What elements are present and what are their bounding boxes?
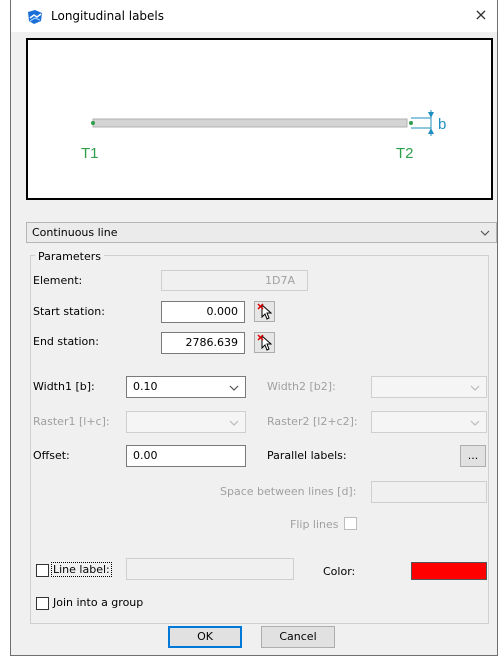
pick-cursor-icon xyxy=(257,334,273,351)
element-label: Element: xyxy=(33,274,83,287)
raster1-label: Raster1 [l+c]: xyxy=(33,415,110,428)
end-point xyxy=(409,121,413,125)
width-arrow-down xyxy=(428,112,434,118)
offset-label: Offset: xyxy=(33,449,70,462)
line-label-label[interactable]: Line label: xyxy=(51,562,112,577)
width1-value: 0.10 xyxy=(133,380,158,393)
longitudinal-labels-dialog: Longitudinal labels × b T1 T2 Continuous… xyxy=(10,0,498,656)
parameters-group-title: Parameters xyxy=(35,250,104,263)
preview-panel: b T1 T2 xyxy=(26,38,493,200)
end-station-input[interactable]: 2786.639 xyxy=(161,332,245,354)
end-label: T2 xyxy=(396,145,414,162)
close-icon[interactable]: × xyxy=(471,5,491,25)
line-type-dropdown[interactable]: Continuous line xyxy=(26,222,497,243)
join-group-label[interactable]: Join into a group xyxy=(53,596,143,609)
width-label: b xyxy=(438,116,446,133)
app-icon xyxy=(28,10,42,24)
raster2-dropdown xyxy=(371,411,487,433)
width-arrow-up xyxy=(428,128,434,134)
width1-dropdown[interactable]: 0.10 xyxy=(126,376,246,398)
chevron-down-icon xyxy=(480,230,490,236)
start-point xyxy=(91,121,95,125)
flip-lines-label: Flip lines xyxy=(290,518,339,531)
preview-drawing: b T1 T2 xyxy=(81,110,446,162)
start-station-input[interactable]: 0.000 xyxy=(161,301,245,323)
line-label-input xyxy=(126,558,294,580)
space-between-lines-input xyxy=(371,481,487,503)
offset-value: 0.00 xyxy=(133,449,158,462)
end-station-label: End station: xyxy=(33,335,99,348)
line-label-checkbox[interactable] xyxy=(36,564,49,577)
chevron-down-icon xyxy=(470,385,480,391)
window-title: Longitudinal labels xyxy=(51,9,165,23)
width2-label: Width2 [b2]: xyxy=(267,380,336,393)
chevron-down-icon xyxy=(229,420,239,426)
title-bar: Longitudinal labels × xyxy=(11,0,497,32)
chevron-down-icon xyxy=(229,385,239,391)
element-value: 1D7A xyxy=(265,274,295,287)
end-station-value: 2786.639 xyxy=(185,336,239,349)
raster1-dropdown xyxy=(126,411,246,433)
width2-dropdown xyxy=(371,376,487,398)
pick-end-station-button[interactable] xyxy=(254,332,275,353)
space-between-lines-label: Space between lines [d]: xyxy=(220,485,357,498)
start-station-label: Start station: xyxy=(33,305,105,318)
flip-lines-checkbox xyxy=(344,517,357,530)
color-label: Color: xyxy=(323,565,356,578)
pick-start-station-button[interactable] xyxy=(254,301,275,322)
pick-cursor-icon xyxy=(257,303,273,320)
element-field: 1D7A xyxy=(161,270,308,291)
line-color-swatch[interactable] xyxy=(411,562,487,580)
start-label: T1 xyxy=(81,145,99,162)
start-station-value: 0.000 xyxy=(206,305,239,318)
join-group-checkbox[interactable] xyxy=(36,597,49,610)
cancel-button[interactable]: Cancel xyxy=(261,626,335,648)
width1-label: Width1 [b]: xyxy=(33,380,95,393)
offset-input[interactable]: 0.00 xyxy=(126,445,246,467)
parallel-labels-button[interactable]: ... xyxy=(460,445,486,467)
preview-line xyxy=(92,118,408,128)
ok-button[interactable]: OK xyxy=(168,626,242,648)
line-type-value: Continuous line xyxy=(32,226,118,239)
parallel-labels-label: Parallel labels: xyxy=(267,449,347,462)
raster2-label: Raster2 [l2+c2]: xyxy=(267,415,358,428)
chevron-down-icon xyxy=(470,420,480,426)
